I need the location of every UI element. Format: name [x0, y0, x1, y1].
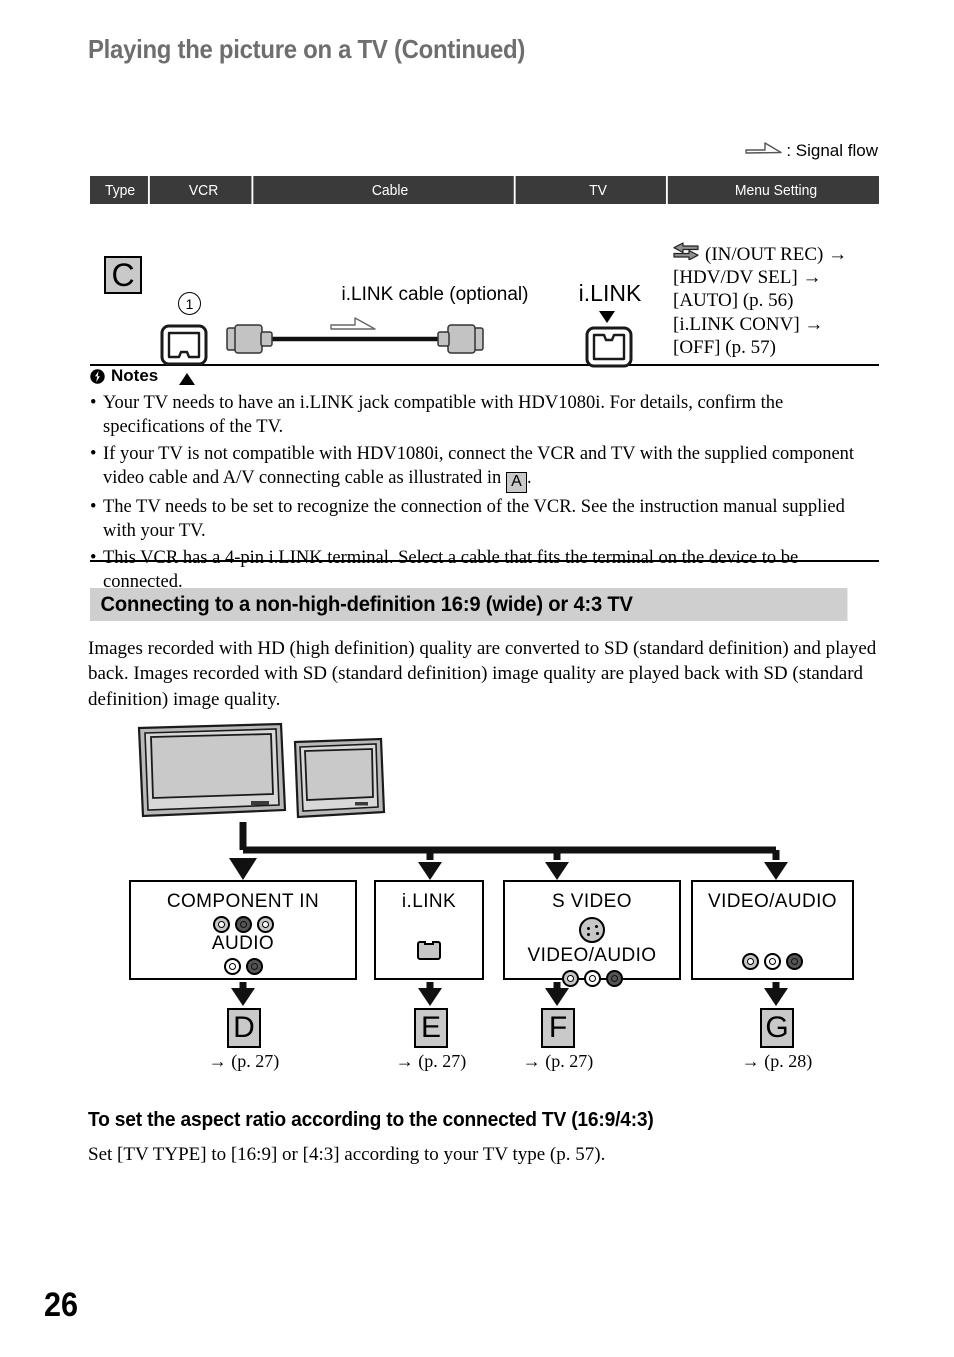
- rca-jack-white: [223, 958, 241, 975]
- tv-ilink-label: i.LINK: [578, 280, 642, 306]
- page-ref-e: → (p. 27): [395, 1051, 467, 1071]
- note-alert-icon: [90, 368, 105, 384]
- letter-column-g: G → (p. 28): [736, 1008, 818, 1072]
- letter-column-d: D → (p. 27): [203, 1008, 285, 1072]
- jack-box-component-in: COMPONENT IN AUDIO: [129, 880, 357, 980]
- manual-page: Playing the picture on a TV (Continued) …: [0, 0, 954, 1357]
- inline-badge-a: A: [505, 471, 527, 493]
- section-paragraph: Images recorded with HD (high definition…: [88, 638, 877, 710]
- menu-setting-line-4: [i.LINK CONV] →: [673, 313, 824, 335]
- distribution-bus: [229, 822, 788, 880]
- note-item-text: The TV needs to be set to recognize the …: [103, 496, 845, 542]
- standard-tv-icon: [293, 737, 386, 819]
- cable-label: i.LINK cable (optional): [341, 284, 529, 305]
- jack-box-label: S VIDEO: [552, 891, 632, 912]
- rca-jack-dark: [245, 958, 263, 975]
- jack-box-s-video: S VIDEO VIDEO/AUDIO: [503, 880, 681, 987]
- rca-jack-dark: [234, 916, 252, 933]
- tv-illustration: [137, 722, 386, 819]
- page-title: Playing the picture on a TV (Continued): [88, 34, 526, 64]
- notes-heading-label: Notes: [111, 366, 159, 385]
- badge-e: E: [414, 1008, 448, 1048]
- ilink-port-icon: [417, 941, 441, 960]
- jack-box-sublabel: AUDIO: [211, 933, 275, 954]
- jack-box-ilink: i.LINK: [374, 880, 484, 980]
- menu-setting-line-1: (IN/OUT REC) →: [705, 243, 848, 265]
- letter-column-e: E → (p. 27): [390, 1008, 472, 1072]
- jack-box-sublabel: VIDEO/AUDIO: [527, 945, 657, 966]
- signal-flow-arrow-icon: [745, 140, 783, 161]
- column-header-menu-setting: Menu Setting: [734, 181, 818, 199]
- ilink-cable-icon: [225, 314, 485, 361]
- note-item: If your TV is not compatible with HDV108…: [90, 442, 880, 493]
- page-number: 26: [44, 1286, 79, 1324]
- rca-jack-dark: [786, 953, 803, 970]
- column-header-type: Type: [92, 176, 150, 204]
- page-ref-f: → (p. 27): [522, 1051, 594, 1071]
- page-ref-g: → (p. 28): [741, 1051, 813, 1071]
- rca-jack-grey: [256, 916, 274, 933]
- notes-heading: Notes: [90, 366, 880, 386]
- note-item: Your TV needs to have an i.LINK jack com…: [90, 391, 880, 440]
- column-header-cable: Cable: [266, 176, 516, 204]
- signal-flow-label: : Signal flow: [786, 140, 878, 160]
- jack-box-label: COMPONENT IN: [166, 891, 320, 912]
- vcr-jack-number: 1: [178, 292, 201, 315]
- component-jacks: [131, 916, 355, 933]
- letter-arrows: [231, 982, 788, 1006]
- table-header-row: Type VCR Cable TV Menu Setting: [90, 176, 879, 204]
- section-divider: [90, 560, 879, 562]
- jack-box-label: VIDEO/AUDIO: [708, 891, 837, 912]
- connection-diagram: COMPONENT IN AUDIO i.LINK S VIDEO VIDEO/…: [125, 722, 855, 1082]
- vcr-ilink-jack-icon: [160, 324, 208, 371]
- note-item-text: Your TV needs to have an i.LINK jack com…: [103, 393, 784, 438]
- in-out-rec-icon: [673, 242, 699, 266]
- badge-d: D: [227, 1008, 261, 1048]
- jack-box-video-audio: VIDEO/AUDIO: [691, 880, 854, 980]
- signal-flow-legend: : Signal flow: [745, 140, 878, 161]
- menu-setting-line-5: [OFF] (p. 57): [673, 336, 776, 358]
- connection-table: Type VCR Cable TV Menu Setting C 1 i.LIN…: [90, 176, 879, 385]
- s-video-jack-icon: [579, 917, 605, 943]
- badge-g: G: [760, 1008, 794, 1048]
- note-item: The TV needs to be set to recognize the …: [90, 495, 880, 544]
- note-item-text: If your TV is not compatible with HDV108…: [103, 443, 855, 489]
- section-heading: Connecting to a non-high-definition 16:9…: [90, 588, 848, 621]
- audio-jacks: [131, 958, 355, 975]
- rca-jack-grey: [212, 916, 230, 933]
- note-item-tail: .: [526, 468, 532, 489]
- video-audio-jacks: [693, 953, 852, 970]
- badge-f: F: [541, 1008, 575, 1048]
- aspect-ratio-paragraph: Set [TV TYPE] to [16:9] or [4:3] accordi…: [88, 1144, 606, 1165]
- column-header-vcr: VCR: [156, 176, 254, 204]
- column-header-tv: TV: [530, 176, 668, 204]
- rca-jack-white: [764, 953, 781, 970]
- table-row: C 1 i.LINK cable (optional) i.LINK (IN/O…: [90, 204, 879, 385]
- menu-setting-line-3: [AUTO] (p. 56): [673, 290, 794, 312]
- jack-box-label: i.LINK: [401, 891, 457, 912]
- note-item-text: This VCR has a 4-pin i.LINK terminal. Se…: [103, 547, 799, 592]
- widescreen-tv-icon: [137, 722, 287, 818]
- page-ref-d: → (p. 27): [208, 1051, 280, 1071]
- menu-setting-line-2: [HDV/DV SEL] →: [673, 267, 822, 289]
- menu-setting-cell: (IN/OUT REC) → [HDV/DV SEL] → [AUTO] (p.…: [673, 242, 847, 359]
- rca-jack-grey: [742, 953, 759, 970]
- aspect-ratio-heading: To set the aspect ratio according to the…: [88, 1109, 654, 1131]
- letter-column-f: F → (p. 27): [517, 1008, 599, 1072]
- type-badge-c: C: [104, 256, 142, 294]
